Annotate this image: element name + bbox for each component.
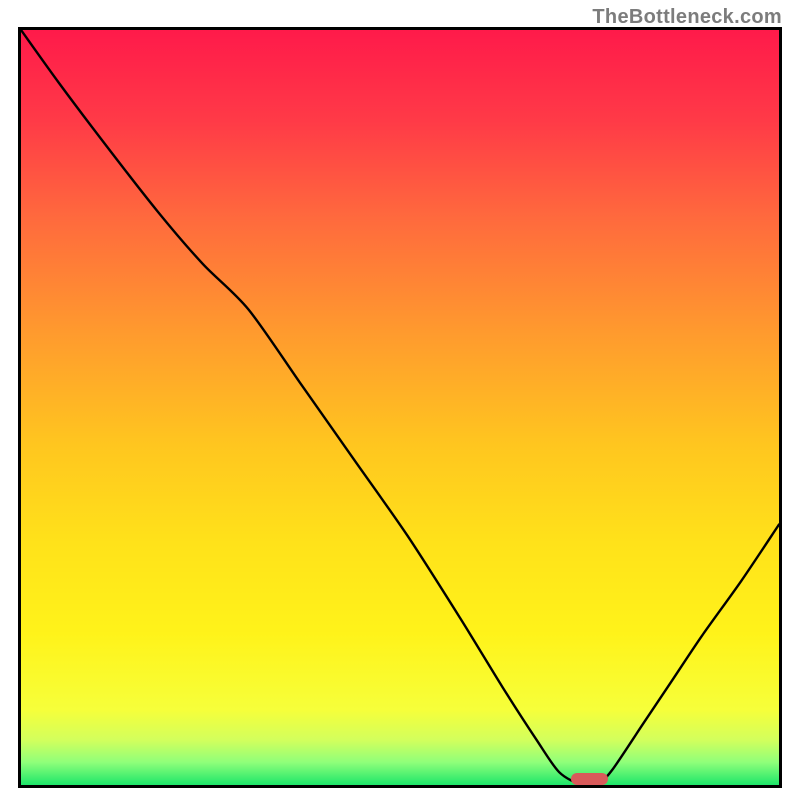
- chart-plot-area: [18, 27, 782, 788]
- watermark-label: TheBottleneck.com: [592, 6, 782, 29]
- bottleneck-curve: [21, 30, 779, 785]
- chart-curve-layer: [21, 30, 779, 785]
- optimal-range-marker: [571, 773, 607, 785]
